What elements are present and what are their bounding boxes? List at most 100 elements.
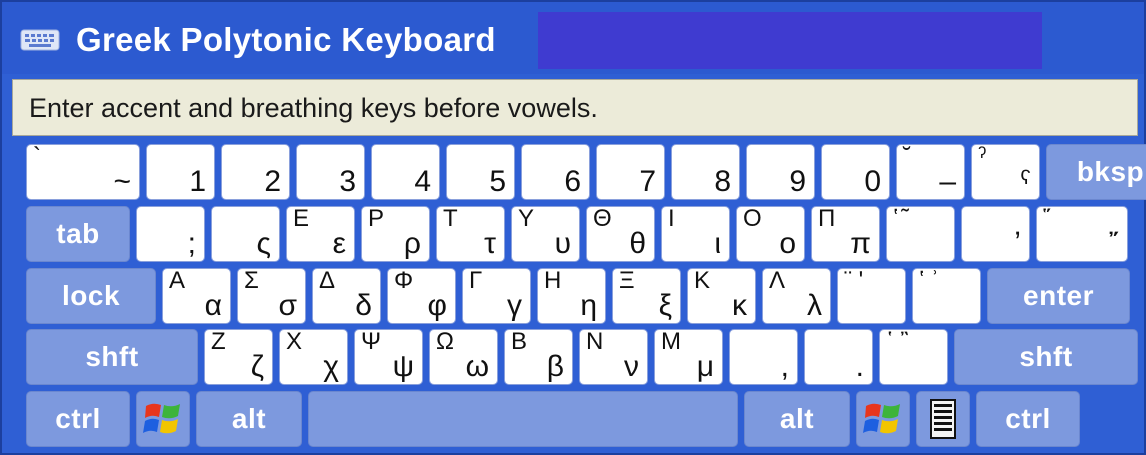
key-q[interactable]: ; (136, 206, 205, 262)
key-glyph: σ (278, 289, 297, 322)
key-rbracket[interactable]: ʼ (961, 206, 1030, 262)
key-lbracket[interactable]: ʽ ͂ (886, 206, 955, 262)
key-e[interactable]: Εε (286, 206, 355, 262)
key-glyph: θ (629, 227, 646, 260)
key-8[interactable]: 8 (671, 144, 740, 200)
key-shift-right[interactable]: shft (954, 329, 1138, 385)
key-glyph: ῎ (1109, 227, 1119, 260)
key-x[interactable]: Χχ (279, 329, 348, 385)
key-p[interactable]: Ππ (811, 206, 880, 262)
key-windows-left[interactable] (136, 391, 190, 447)
key-glyph: β (546, 350, 564, 383)
key-5[interactable]: 5 (446, 144, 515, 200)
key-v[interactable]: Ωω (429, 329, 498, 385)
key-6[interactable]: 6 (521, 144, 590, 200)
key-k[interactable]: Κκ (687, 268, 756, 324)
key-c[interactable]: Ψψ (354, 329, 423, 385)
key-g[interactable]: Γγ (462, 268, 531, 324)
key-label: enter (1023, 280, 1094, 311)
key-comma[interactable]: , (729, 329, 798, 385)
key-menu[interactable] (916, 391, 970, 447)
key-shift-glyph: Ζ (211, 328, 226, 355)
key-windows-right[interactable] (856, 391, 910, 447)
key-t[interactable]: Ττ (436, 206, 505, 262)
key-minus[interactable]: ˘ – (896, 144, 965, 200)
key-2[interactable]: 2 (221, 144, 290, 200)
status-text: Enter accent and breathing keys before v… (29, 93, 598, 123)
keyboard-icon (20, 29, 60, 51)
key-h[interactable]: Ηη (537, 268, 606, 324)
key-caps-lock[interactable]: lock (26, 268, 156, 324)
keyboard-window: Greek Polytonic Keyboard Enter accent an… (0, 0, 1146, 455)
key-l[interactable]: Λλ (762, 268, 831, 324)
key-u[interactable]: Θθ (586, 206, 655, 262)
key-backspace[interactable]: bksp (1046, 144, 1146, 200)
key-space[interactable] (308, 391, 738, 447)
title-bar[interactable]: Greek Polytonic Keyboard (2, 2, 1144, 74)
key-shift-glyph: Θ (593, 205, 612, 232)
key-glyph: ρ (403, 227, 421, 260)
context-menu-icon (930, 399, 956, 439)
key-7[interactable]: 7 (596, 144, 665, 200)
key-tab[interactable]: tab (26, 206, 130, 262)
key-shift-glyph: Τ (443, 205, 458, 232)
key-enter[interactable]: enter (987, 268, 1130, 324)
key-a[interactable]: Αα (162, 268, 231, 324)
key-equals[interactable]: ˀˁ (971, 144, 1040, 200)
key-shift-glyph: ʽ ͂ (893, 205, 905, 232)
key-f[interactable]: Φφ (387, 268, 456, 324)
key-backslash[interactable]: ῞ ῎ (1036, 206, 1128, 262)
key-label: shft (1019, 341, 1073, 372)
key-ctrl-right[interactable]: ctrl (976, 391, 1080, 447)
key-m[interactable]: Μμ (654, 329, 723, 385)
key-shift-glyph: ῞ (1043, 205, 1051, 232)
key-shift-glyph: ˘ (903, 143, 911, 170)
key-w[interactable]: ς (211, 206, 280, 262)
key-d[interactable]: Δδ (312, 268, 381, 324)
key-n[interactable]: Νν (579, 329, 648, 385)
key-shift-glyph: Δ (319, 267, 336, 294)
key-3[interactable]: 3 (296, 144, 365, 200)
key-glyph: – (939, 165, 956, 198)
key-label: bksp (1076, 156, 1145, 187)
key-o[interactable]: Οο (736, 206, 805, 262)
key-0[interactable]: 0 (821, 144, 890, 200)
key-r[interactable]: Ρρ (361, 206, 430, 262)
windows-logo-icon (863, 403, 900, 434)
key-4[interactable]: 4 (371, 144, 440, 200)
key-s[interactable]: Σσ (237, 268, 306, 324)
key-glyph: , (780, 350, 789, 383)
key-shift-glyph: Α (169, 267, 186, 294)
key-shift-glyph: Ν (586, 328, 604, 355)
key-y[interactable]: Υυ (511, 206, 580, 262)
status-bar: Enter accent and breathing keys before v… (12, 79, 1138, 136)
key-glyph: ξ (658, 289, 672, 322)
key-1[interactable]: 1 (146, 144, 215, 200)
key-glyph: κ (732, 289, 747, 322)
key-j[interactable]: Ξξ (612, 268, 681, 324)
key-quote[interactable]: ʽ ʾ (912, 268, 981, 324)
key-b[interactable]: Ββ (504, 329, 573, 385)
key-shift-glyph: Β (511, 328, 528, 355)
key-shift-glyph: ῾ ῍ (886, 328, 909, 355)
key-shift-left[interactable]: shft (26, 329, 198, 385)
key-glyph: υ (554, 227, 571, 260)
key-shift-glyph: ˀ (978, 143, 987, 170)
key-grave[interactable]: ` ~ (26, 144, 140, 200)
title-selection-highlight (538, 12, 1042, 69)
key-i[interactable]: Ιι (661, 206, 730, 262)
key-ctrl-left[interactable]: ctrl (26, 391, 130, 447)
key-glyph: ε (332, 227, 346, 260)
key-glyph: ς (256, 227, 271, 260)
key-slash[interactable]: ῾ ῍ (879, 329, 948, 385)
key-glyph: ~ (113, 165, 131, 198)
key-alt-left[interactable]: alt (196, 391, 302, 447)
key-shift-glyph: Η (544, 267, 562, 294)
key-z[interactable]: Ζζ (204, 329, 273, 385)
key-glyph: π (850, 227, 871, 260)
key-alt-right[interactable]: alt (744, 391, 850, 447)
key-9[interactable]: 9 (746, 144, 815, 200)
key-glyph: ο (779, 227, 796, 260)
key-period[interactable]: . (804, 329, 873, 385)
key-semicolon[interactable]: ¨ ʹ (837, 268, 906, 324)
